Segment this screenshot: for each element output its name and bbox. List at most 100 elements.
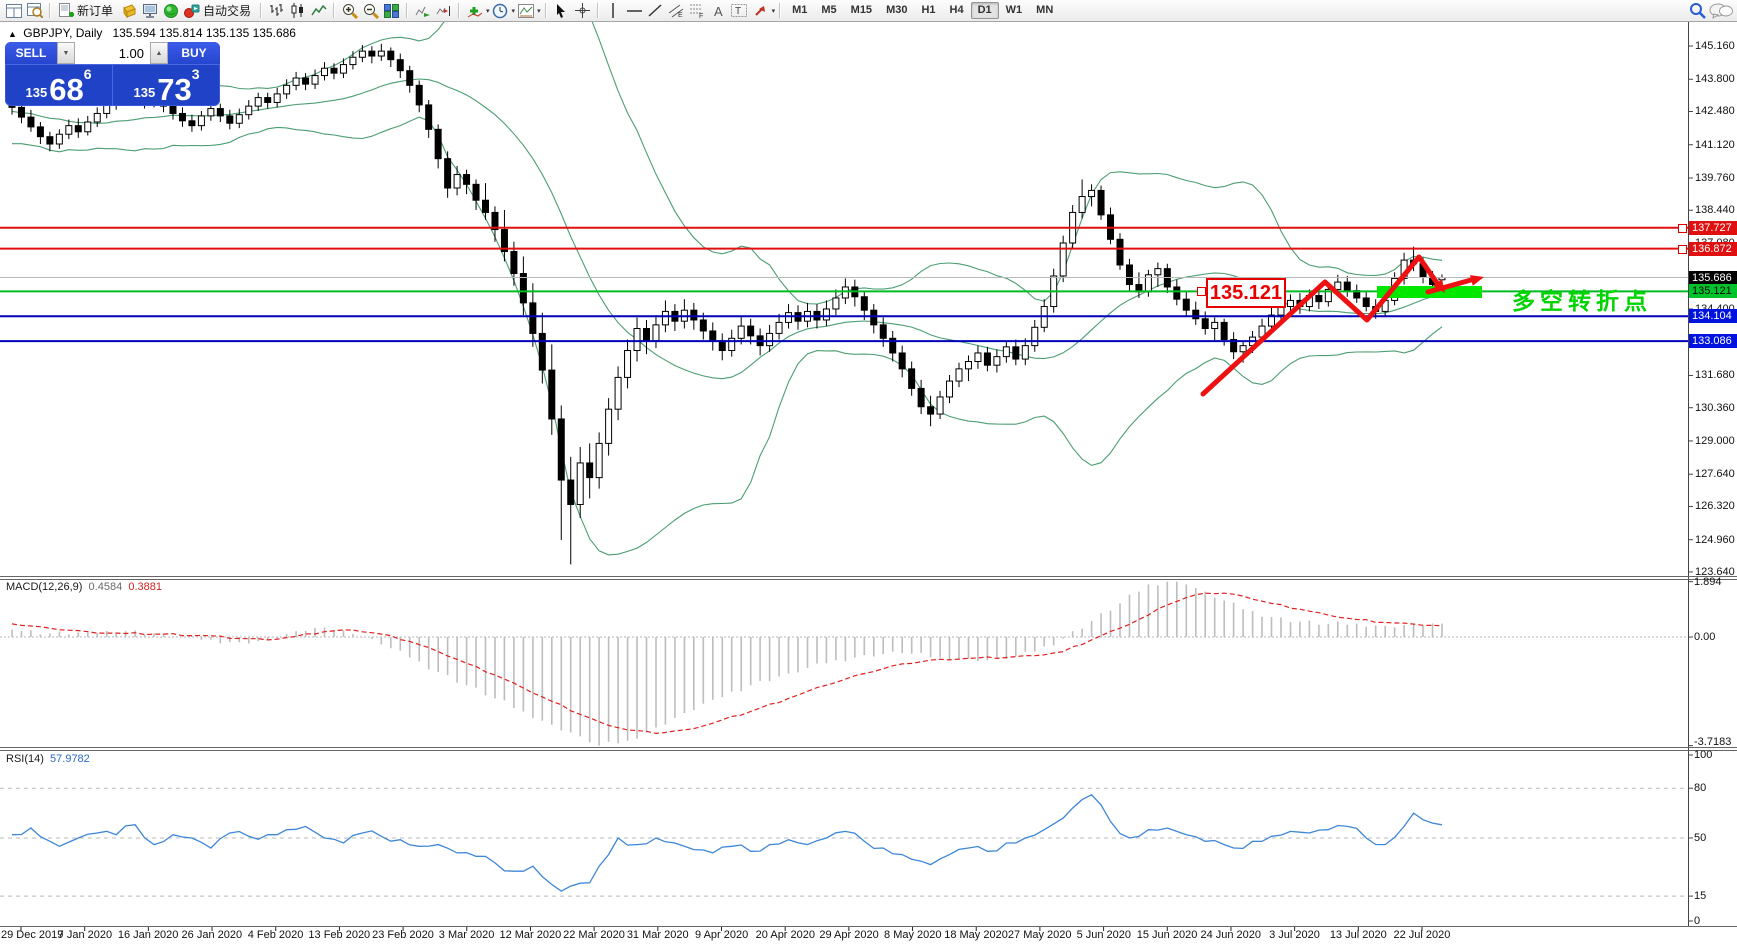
macd-pane[interactable]: [0, 582, 1688, 746]
price-tag-134-104: 134.104: [1689, 309, 1737, 323]
timeframe-button-h1[interactable]: H1: [914, 2, 942, 19]
timeframe-button-mn[interactable]: MN: [1029, 2, 1060, 19]
candle-bearish: [18, 107, 24, 117]
annotation-drag-handle[interactable]: [1197, 287, 1206, 296]
price-tick-label: 142.480: [1695, 105, 1735, 117]
sell-price-display[interactable]: 135 68 6: [5, 65, 112, 106]
text-icon[interactable]: A: [708, 2, 729, 20]
chat-icon[interactable]: [1708, 2, 1734, 20]
bollinger-band-line: [12, 0, 1442, 304]
price-tick-label: 141.120: [1695, 139, 1735, 151]
candle-bearish: [558, 419, 564, 480]
candle-bullish: [937, 397, 943, 414]
candle-bearish: [47, 137, 53, 144]
timeframe-button-w1[interactable]: W1: [999, 2, 1030, 19]
candle-bearish: [861, 297, 867, 310]
fibonacci-icon[interactable]: F: [687, 2, 708, 20]
buy-button[interactable]: BUY: [168, 42, 220, 64]
red-line-drag-handle[interactable]: [1678, 245, 1687, 254]
timeframe-button-m30[interactable]: M30: [879, 2, 914, 19]
candle-bearish: [511, 252, 517, 274]
data-window-icon[interactable]: [24, 2, 45, 20]
macd-indicator-label: MACD(12,26,9) 0.4584 0.3881: [6, 581, 162, 593]
candle-bearish: [170, 106, 176, 113]
arrows-icon[interactable]: [750, 2, 771, 20]
date-label: 3 Jul 2020: [1269, 929, 1320, 941]
price-annotation-box[interactable]: 135.121: [1206, 278, 1286, 308]
buy-price-display[interactable]: 135 73 3: [112, 65, 220, 106]
timeframe-button-h4[interactable]: H4: [943, 2, 971, 19]
candle-bearish: [483, 200, 489, 212]
chart-canvas[interactable]: [0, 0, 1737, 944]
autotrading-icon[interactable]: [181, 2, 202, 20]
candle-bearish: [1013, 347, 1019, 359]
price-tag-137-727: 137.727: [1689, 221, 1737, 235]
rsi-pane[interactable]: [0, 788, 1688, 896]
date-label: 24 Jun 2020: [1200, 929, 1261, 941]
red-line-drag-handle[interactable]: [1678, 224, 1687, 233]
periods-icon[interactable]: [490, 2, 511, 20]
tile-windows-icon[interactable]: [381, 2, 402, 20]
volume-increase-spinner[interactable]: ▲: [150, 42, 168, 64]
timeframe-button-m5[interactable]: M5: [814, 2, 843, 19]
zoom-in-icon[interactable]: [339, 2, 360, 20]
candle-bullish: [56, 134, 62, 144]
search-icon[interactable]: [1687, 2, 1708, 20]
indicators-icon[interactable]: [464, 2, 485, 20]
zoom-out-icon[interactable]: [360, 2, 381, 20]
chart-shift-icon[interactable]: [433, 2, 454, 20]
candle-bearish: [37, 127, 43, 137]
timeframe-button-d1[interactable]: D1: [971, 2, 999, 19]
auto-scroll-icon[interactable]: [412, 2, 433, 20]
new-order-label[interactable]: 新订单: [77, 2, 113, 19]
candle-bearish: [871, 310, 877, 325]
toolbar-separator: [406, 3, 408, 18]
candle-bearish: [691, 310, 697, 320]
new-order-icon[interactable]: [55, 2, 76, 20]
candle-bearish: [1202, 319, 1208, 329]
volume-decrease-spinner[interactable]: ▼: [57, 42, 75, 64]
toolbar-separator: [333, 3, 335, 18]
line-chart-icon[interactable]: [308, 2, 329, 20]
macd-signal-value: 0.3881: [128, 581, 162, 593]
date-label: 29 Dec 2019: [1, 929, 63, 941]
price-tick-label: 130.360: [1695, 402, 1735, 414]
vertical-line-icon[interactable]: [603, 2, 624, 20]
candlestick-chart-icon[interactable]: [287, 2, 308, 20]
macd-name: MACD(12,26,9): [6, 581, 82, 593]
bar-chart-icon[interactable]: [266, 2, 287, 20]
toolbar-separator: [458, 3, 460, 18]
expert-advisor-icon[interactable]: [118, 2, 139, 20]
signals-icon[interactable]: [160, 2, 181, 20]
main-price-pane[interactable]: [0, 0, 1688, 564]
volume-input[interactable]: [75, 42, 150, 64]
templates-dropdown-caret[interactable]: ▾: [537, 7, 541, 15]
sell-button[interactable]: SELL: [5, 42, 57, 64]
forecast-arrowhead-icon: [1470, 275, 1484, 286]
price-tick-label: 129.000: [1695, 435, 1735, 447]
horizontal-line-icon[interactable]: [624, 2, 645, 20]
sell-price-prefix: 135: [26, 84, 48, 102]
terminal-icon[interactable]: [139, 2, 160, 20]
charts-window-icon[interactable]: [3, 2, 24, 20]
equidistant-channel-icon[interactable]: E: [666, 2, 687, 20]
timeframe-button-m15[interactable]: M15: [844, 2, 879, 19]
price-tick-label: 138.440: [1695, 204, 1735, 216]
one-click-trading-panel: SELL ▼ ▲ BUY 135 68 6 135 73 3: [5, 42, 220, 106]
text-label-icon[interactable]: T: [729, 2, 750, 20]
timeframe-button-m1[interactable]: M1: [785, 2, 814, 19]
crosshair-icon[interactable]: [572, 2, 593, 20]
candle-bearish: [303, 78, 309, 84]
date-label: 29 Apr 2020: [819, 929, 878, 941]
candle-bearish: [217, 109, 223, 116]
cursor-icon[interactable]: [551, 2, 572, 20]
price-tick-label: 139.760: [1695, 172, 1735, 184]
autotrading-label[interactable]: 自动交易: [203, 2, 251, 19]
templates-icon[interactable]: [515, 2, 536, 20]
arrows-dropdown-caret[interactable]: ▾: [772, 7, 776, 15]
turning-point-annotation[interactable]: 多空转折点: [1512, 282, 1652, 316]
date-label: 23 Feb 2020: [372, 929, 434, 941]
trendline-icon[interactable]: [645, 2, 666, 20]
candle-bearish: [539, 333, 545, 370]
candle-bullish: [975, 353, 981, 362]
